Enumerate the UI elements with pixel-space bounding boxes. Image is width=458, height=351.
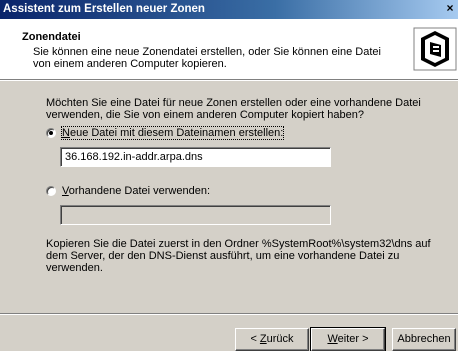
server-zone-icon [413,27,457,71]
copy-instruction-note: Kopieren Sie die Datei zuerst in den Ord… [46,238,431,274]
close-icon[interactable]: × [444,2,456,16]
radio-existing-file[interactable]: Vorhandene Datei verwenden: [46,185,210,197]
radio-new-file-label[interactable]: Neue Datei mit diesem Dateinamen erstell… [60,126,285,140]
radio-new-file-button[interactable] [46,128,56,138]
cancel-button[interactable]: Abbrechen [392,328,456,351]
page-title: Zonendatei [22,31,81,43]
window-title: Assistent zum Erstellen neuer Zonen [3,3,205,15]
question-text: Möchten Sie eine Datei für neue Zonen er… [46,97,421,121]
existing-file-input[interactable] [60,205,331,225]
radio-existing-file-button[interactable] [46,186,56,196]
back-button[interactable]: < Zurück [235,328,309,351]
page-subtitle: Sie können eine neue Zonendatei erstelle… [33,46,381,70]
radio-existing-file-label[interactable]: Vorhandene Datei verwenden: [62,185,210,197]
radio-new-file[interactable]: Neue Datei mit diesem Dateinamen erstell… [46,126,285,140]
title-bar[interactable]: Assistent zum Erstellen neuer Zonen × [0,0,458,19]
wizard-header: Zonendatei Sie können eine neue Zonendat… [0,19,458,80]
header-divider [0,80,458,81]
next-button[interactable]: Weiter > [310,327,386,351]
new-file-name-input[interactable]: 36.168.192.in-addr.arpa.dns [60,147,331,167]
